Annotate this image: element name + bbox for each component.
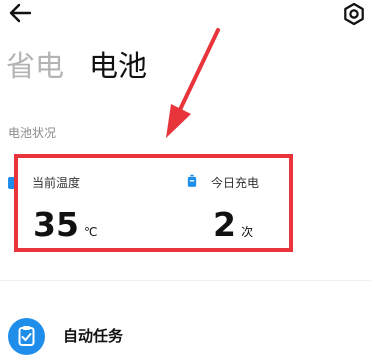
auto-task-item[interactable]: 自动任务 — [0, 305, 371, 358]
settings-button[interactable] — [340, 0, 368, 28]
gear-icon — [344, 2, 364, 26]
highlight-box — [14, 154, 293, 252]
task-icon-circle — [8, 318, 45, 355]
clipboard-check-icon — [18, 326, 35, 346]
back-button[interactable] — [6, 0, 36, 26]
divider — [0, 280, 371, 281]
tab-battery[interactable]: 电池 — [89, 46, 147, 86]
annotation-arrow — [166, 28, 220, 138]
auto-task-label: 自动任务 — [63, 327, 124, 345]
back-arrow-icon — [9, 3, 32, 23]
battery-status-heading: 电池状况 — [8, 126, 57, 140]
tab-power-saving[interactable]: 省电 — [6, 46, 64, 86]
